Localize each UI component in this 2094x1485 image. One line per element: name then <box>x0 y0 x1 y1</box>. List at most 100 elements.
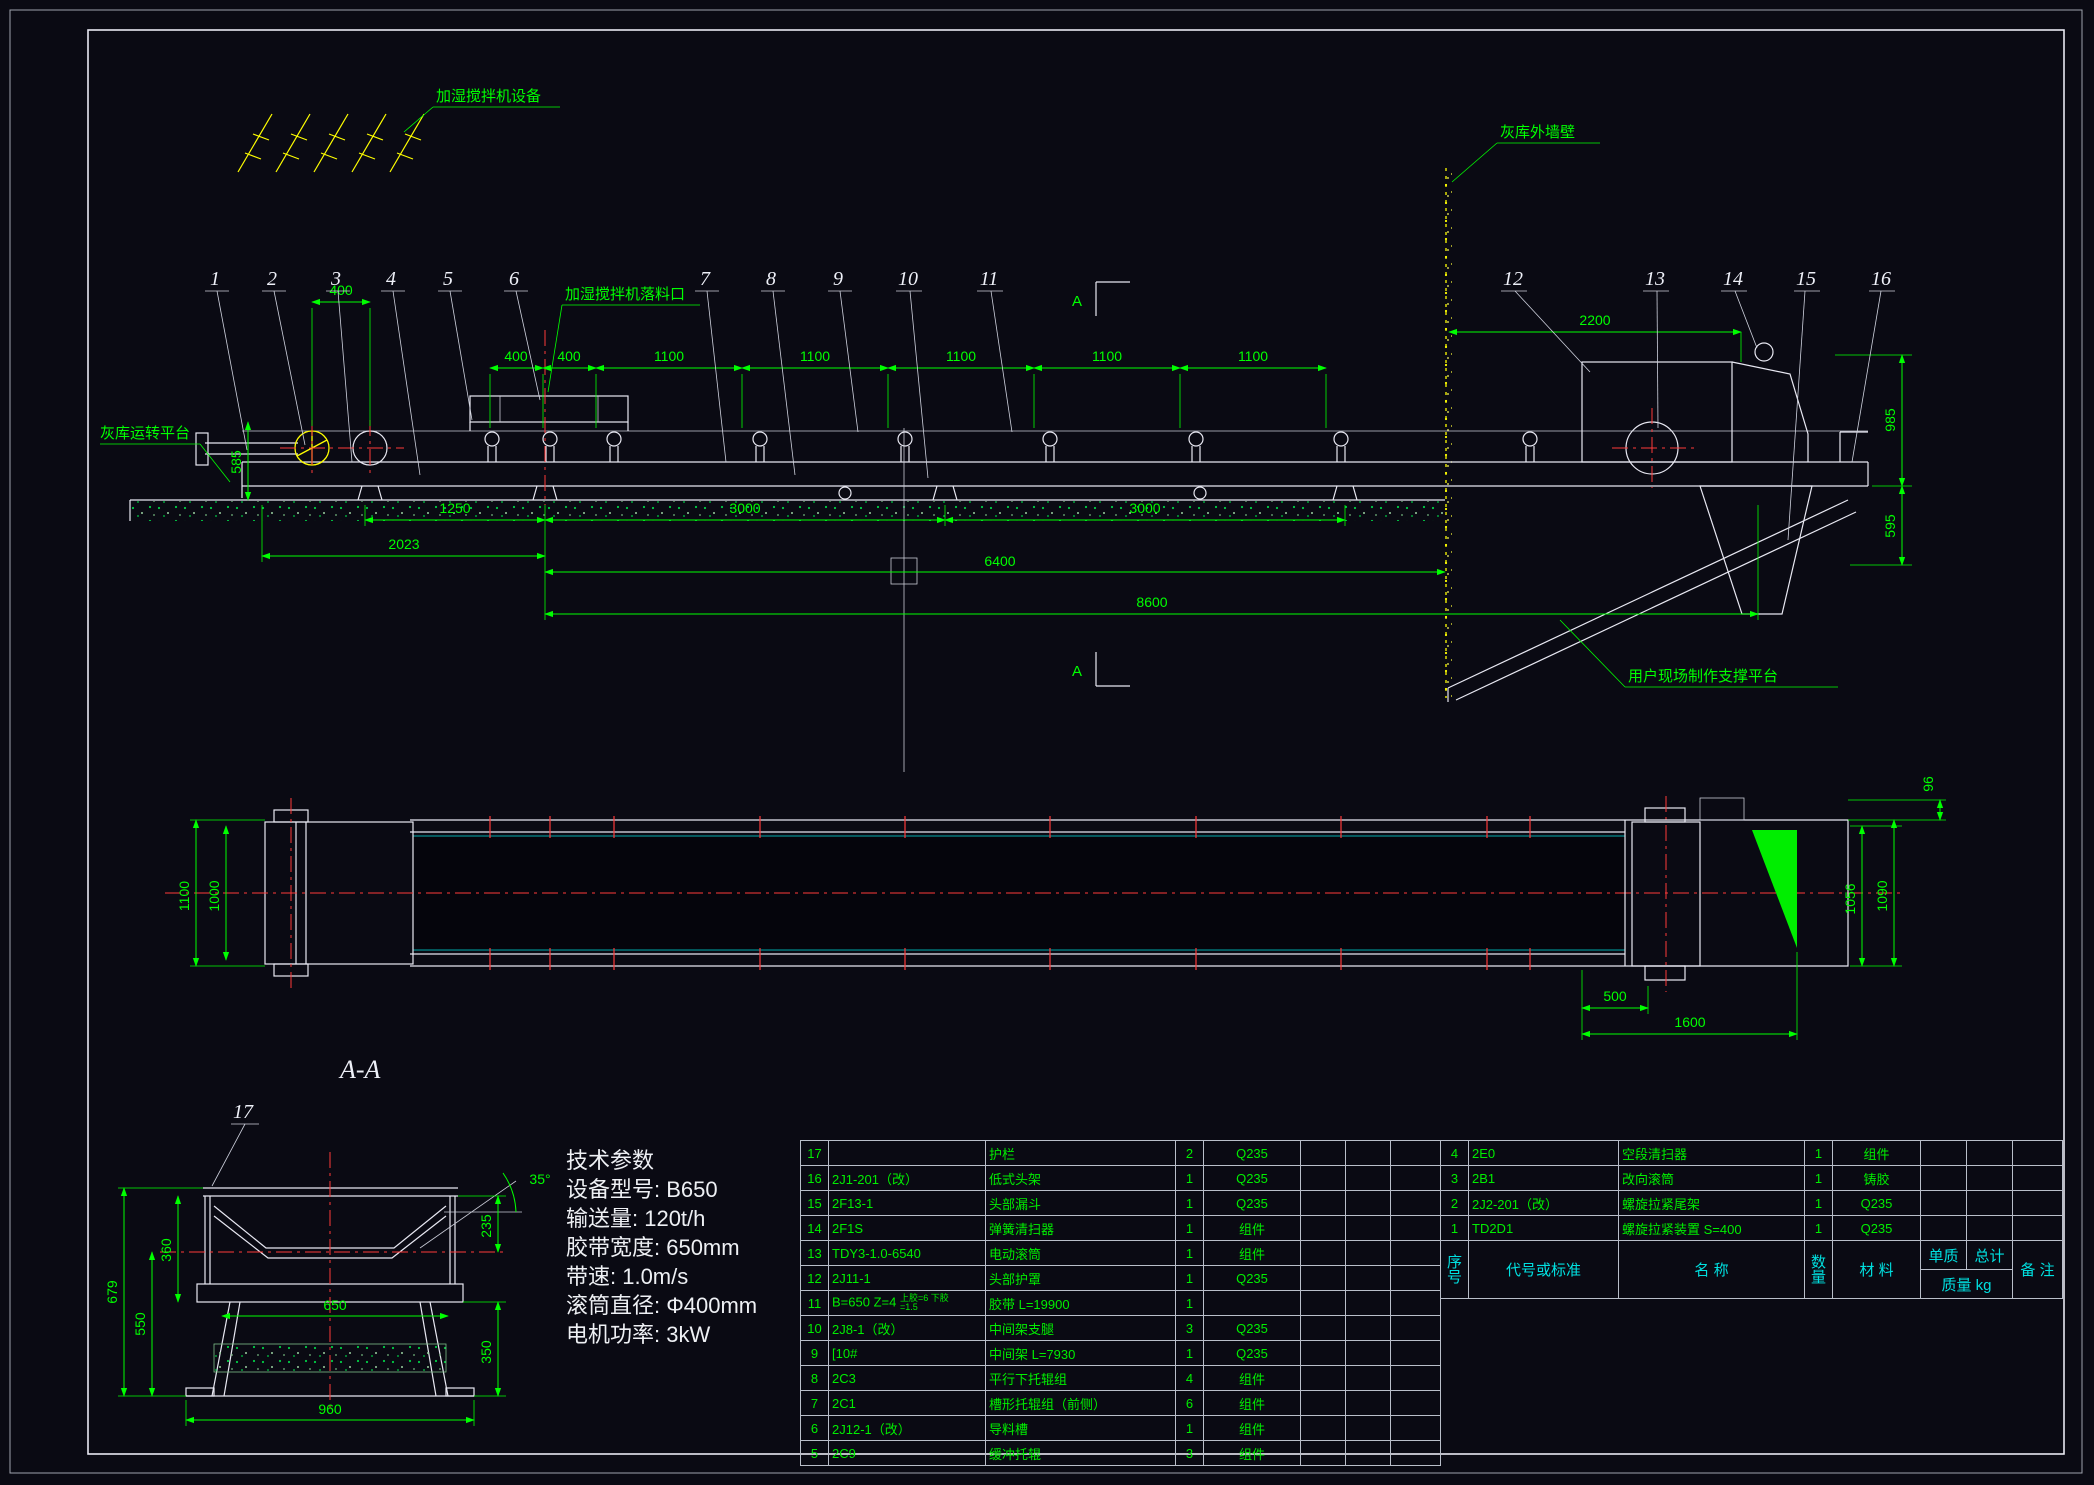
bom-cell: 1 <box>1805 1166 1833 1191</box>
dim-235: 235 <box>478 1214 494 1238</box>
dim-960: 960 <box>318 1401 342 1417</box>
dim-2200: 2200 <box>1579 312 1610 328</box>
table-row: 72C1槽形托辊组（前侧）6组件 <box>801 1391 1441 1416</box>
label-mixer-outlet: 加湿搅拌机落料口 <box>565 286 685 303</box>
bom-cell <box>1391 1416 1441 1441</box>
bom-cell <box>1921 1191 1967 1216</box>
bom-cell: 1 <box>1805 1141 1833 1166</box>
bom-cell <box>1391 1291 1441 1316</box>
dim-8600: 8600 <box>1136 594 1167 610</box>
bom-cell: 5 <box>801 1441 829 1466</box>
dim-985: 985 <box>1882 408 1898 432</box>
bom-cell: 1 <box>1805 1191 1833 1216</box>
bom-cell: 8 <box>801 1366 829 1391</box>
table-row: 102J8-1（改）中间架支腿3Q235 <box>801 1316 1441 1341</box>
tech-model: 设备型号: B650 <box>566 1175 757 1204</box>
table-row: 32B1改向滚筒1铸胶 <box>1441 1166 2063 1191</box>
bom-cell <box>1301 1141 1346 1166</box>
dim-595: 595 <box>1882 514 1898 538</box>
tech-params-block: 技术参数 设备型号: B650 输送量: 120t/h 胶带宽度: 650mm … <box>566 1146 757 1349</box>
bom-cell: 1 <box>1805 1216 1833 1241</box>
dim-3000-a: 3000 <box>729 500 760 516</box>
idler-stands <box>485 432 1537 499</box>
side-elevation-view: A A <box>130 114 1868 772</box>
bom-cell: 2J2-201（改） <box>1469 1191 1619 1216</box>
section-letter-a-bottom: A <box>1072 663 1082 680</box>
dim-650: 650 <box>323 1297 347 1313</box>
balloon-16: 16 <box>1871 268 1891 290</box>
bom-cell <box>1921 1166 1967 1191</box>
bom-cell: 导料槽 <box>986 1416 1176 1441</box>
bom-cell <box>1967 1166 2013 1191</box>
plan-material-flow-triangle <box>1752 830 1797 948</box>
bom-cell: 6 <box>801 1416 829 1441</box>
bom-cell: 6 <box>1176 1391 1204 1416</box>
bom-cell: 中间架 L=7930 <box>986 1341 1176 1366</box>
label-support-platform: 用户现场制作支撑平台 <box>1628 668 1778 685</box>
bom-cell <box>1967 1191 2013 1216</box>
balloon-8: 8 <box>766 268 776 290</box>
bom-header-row: 序号 代号或标准 名 称 数量 材 料 单质 总计 备 注 <box>1441 1241 2063 1270</box>
bom-cell: 3 <box>1176 1441 1204 1466</box>
bom-cell: Q235 <box>1204 1166 1301 1191</box>
bom-cell: 1 <box>1176 1166 1204 1191</box>
label-silo-wall: 灰库外墙壁 <box>1500 124 1575 141</box>
bom-cell: 2J8-1（改） <box>829 1316 986 1341</box>
table-row: 82C3平行下托辊组4组件 <box>801 1366 1441 1391</box>
belt-cover-spec: 上胶=6 下胶=1.5 <box>900 1294 952 1312</box>
bom-cell: 电动滚筒 <box>986 1241 1176 1266</box>
bom-cell <box>1301 1291 1346 1316</box>
bom-cell <box>1391 1391 1441 1416</box>
bom-cell <box>1346 1366 1391 1391</box>
dim-585: 585 <box>228 450 244 474</box>
table-row: 1TD2D1螺旋拉紧装置 S=4001Q235 <box>1441 1216 2063 1241</box>
bom-cell <box>1346 1416 1391 1441</box>
bom-cell: 缓冲托辊 <box>986 1441 1176 1466</box>
bom-cell: Q235 <box>1204 1141 1301 1166</box>
bom-cell <box>1967 1216 2013 1241</box>
tech-motor-power: 电机功率: 3kW <box>566 1320 757 1349</box>
bom-cell: 4 <box>1176 1366 1204 1391</box>
bom-table-left: 17护栏2Q235 162J1-201（改）低式头架1Q235 152F13-1… <box>800 1140 1441 1466</box>
tech-drum-dia: 滚筒直径: Φ400mm <box>566 1291 757 1320</box>
label-mixer-equipment: 加湿搅拌机设备 <box>436 88 541 105</box>
bom-cell <box>1346 1291 1391 1316</box>
balloon-13: 13 <box>1645 268 1665 290</box>
dim-1100-plan: 1100 <box>176 881 192 911</box>
bom-cell: Q235 <box>1204 1341 1301 1366</box>
balloon-5: 5 <box>443 268 453 290</box>
dim-6400: 6400 <box>984 553 1015 569</box>
bom-cell: 空段清扫器 <box>1619 1141 1805 1166</box>
side-view-dimensions: 400 400 1100 1100 1100 1100 1100 400 220… <box>228 282 1912 620</box>
bom-cell <box>1391 1366 1441 1391</box>
silo-wall <box>1441 168 1452 698</box>
bom-cell: Q235 <box>1833 1191 1921 1216</box>
bom-header-no: 序号 <box>1441 1241 1469 1299</box>
section-dimensions: 35° 679 550 360 235 350 650 960 <box>104 1171 551 1426</box>
bom-header-remark: 备 注 <box>2013 1241 2063 1299</box>
head-funnel <box>1700 486 1812 614</box>
bom-cell: 2J1-201（改） <box>829 1166 986 1191</box>
dim-35deg: 35° <box>529 1171 550 1187</box>
return-roller <box>1194 487 1206 499</box>
bom-cell <box>1301 1416 1346 1441</box>
table-row: 42E0空段清扫器1组件 <box>1441 1141 2063 1166</box>
bom-cell: 胶带 L=19900 <box>986 1291 1176 1316</box>
bom-cell: 17 <box>801 1141 829 1166</box>
dim-350: 350 <box>478 1340 494 1364</box>
bom-cell <box>1391 1166 1441 1191</box>
bom-cell <box>1301 1166 1346 1191</box>
plan-view <box>165 796 1900 992</box>
balloon-6: 6 <box>509 268 519 290</box>
bom-cell: [10# <box>829 1341 986 1366</box>
loading-skirt <box>470 330 628 505</box>
bom-cell: 组件 <box>1833 1141 1921 1166</box>
table-row: 122J11-1头部护罩1Q235 <box>801 1266 1441 1291</box>
bom-cell <box>1391 1441 1441 1466</box>
bom-cell: 低式头架 <box>986 1166 1176 1191</box>
bom-cell: 1 <box>1441 1216 1469 1241</box>
bom-cell: 4 <box>1441 1141 1469 1166</box>
bom-header-total: 总计 <box>1967 1241 2013 1270</box>
bom-cell <box>1921 1216 1967 1241</box>
bom-cell <box>1967 1141 2013 1166</box>
